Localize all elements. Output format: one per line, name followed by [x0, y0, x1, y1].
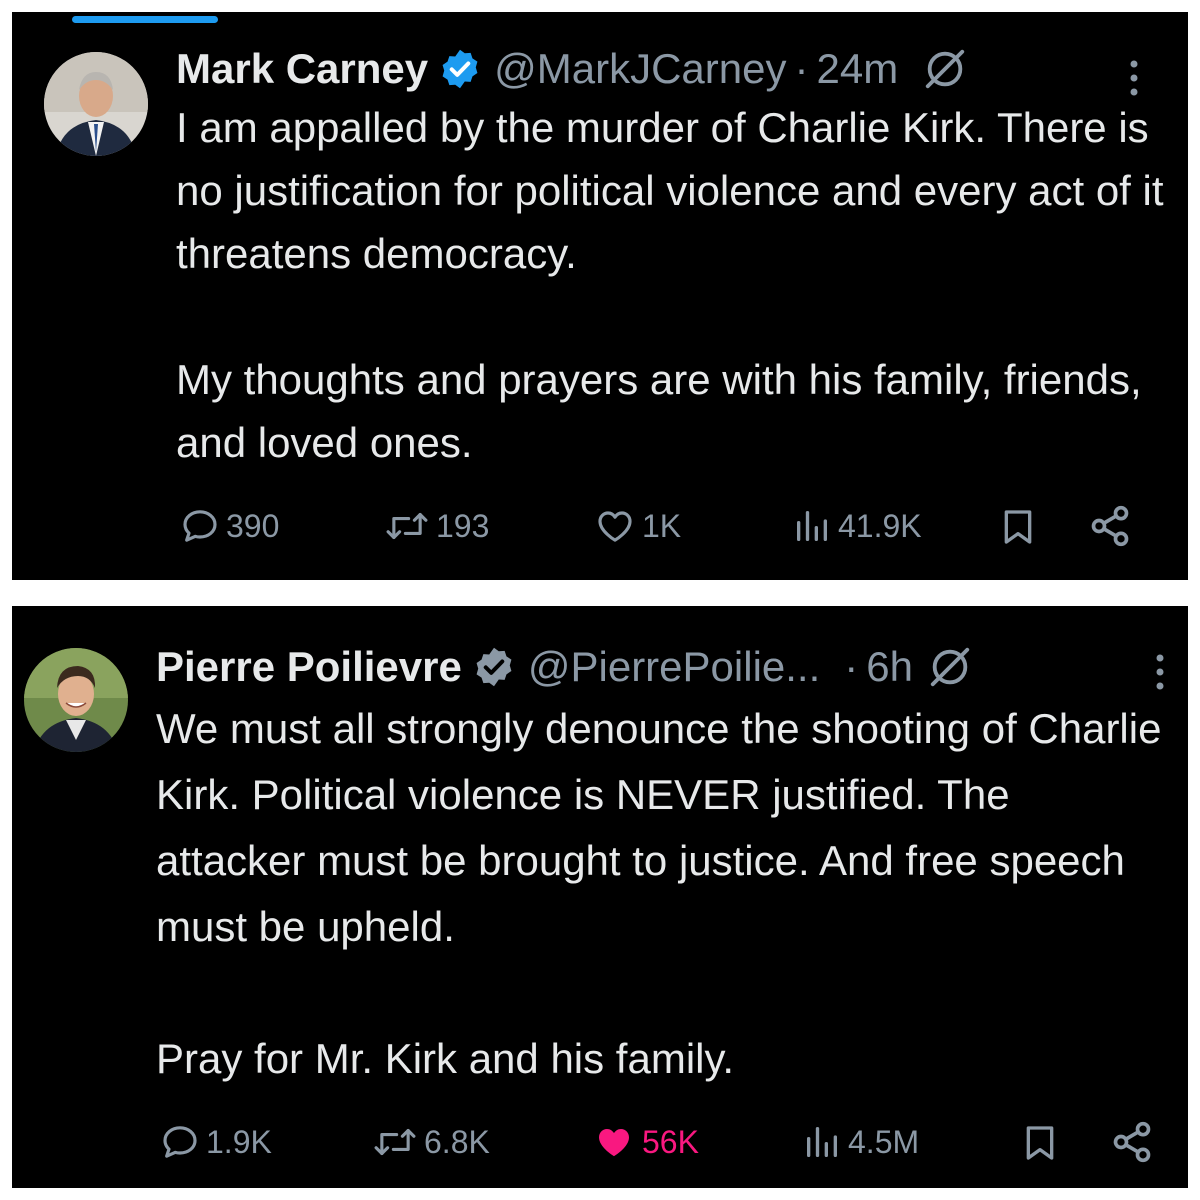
tweet-paragraph: Pray for Mr. Kirk and his family. [156, 1035, 735, 1082]
bookmark-icon[interactable] [998, 506, 1038, 548]
like-count: 56K [642, 1123, 699, 1160]
tweet-header: Mark Carney @MarkJCarney · 24m [176, 44, 968, 94]
like-count: 1K [642, 507, 682, 544]
tweet-text: We must all strongly denounce the shooti… [156, 696, 1166, 1092]
tab-indicator [72, 16, 218, 23]
tweet-card[interactable]: Mark Carney @MarkJCarney · 24m I am appa… [12, 12, 1188, 580]
repost-icon [386, 512, 428, 540]
views-icon [807, 1127, 837, 1157]
author-name[interactable]: Mark Carney [176, 44, 428, 94]
like-button[interactable]: 56K [592, 1122, 699, 1162]
author-handle[interactable]: @PierrePoilie... [528, 642, 820, 692]
repost-count: 193 [436, 507, 490, 544]
reply-icon [163, 1126, 197, 1158]
share-icon[interactable] [1110, 1120, 1154, 1164]
grok-icon[interactable] [927, 644, 973, 690]
bookmark-icon[interactable] [1020, 1122, 1060, 1164]
tweet-card[interactable]: Pierre Poilievre @PierrePoilie... · 6h W… [12, 606, 1188, 1188]
repost-icon [374, 1128, 416, 1156]
author-name[interactable]: Pierre Poilievre [156, 642, 462, 692]
repost-button[interactable]: 6.8K [372, 1122, 490, 1162]
like-icon [598, 511, 632, 542]
verified-badge-icon [476, 647, 512, 687]
separator-dot: · [844, 643, 859, 690]
tweet-paragraph: We must all strongly denounce the shooti… [156, 705, 1162, 950]
more-icon[interactable] [1128, 58, 1140, 98]
repost-count: 6.8K [424, 1123, 490, 1160]
views-count: 4.5M [848, 1123, 920, 1160]
reply-count: 1.9K [206, 1123, 272, 1160]
reply-button[interactable]: 1.9K [160, 1122, 272, 1162]
tweet-paragraph: I am appalled by the murder of Charlie K… [176, 104, 1164, 277]
views-count: 41.9K [838, 507, 922, 544]
avatar[interactable] [44, 52, 148, 156]
views-icon [797, 510, 827, 541]
like-icon [599, 1129, 629, 1157]
tweet-paragraph: My thoughts and prayers are with his fam… [176, 356, 1142, 466]
timestamp[interactable]: 24m [816, 44, 898, 94]
reply-count: 390 [226, 507, 280, 544]
share-icon[interactable] [1088, 504, 1132, 548]
views-button[interactable]: 41.9K [792, 506, 922, 546]
reply-button[interactable]: 390 [180, 506, 279, 546]
separator-dot: · [794, 45, 809, 92]
grok-icon[interactable] [922, 46, 968, 92]
tweet-text: I am appalled by the murder of Charlie K… [176, 96, 1166, 474]
like-button[interactable]: 1K [594, 506, 681, 546]
avatar-pierre-poilievre-icon [24, 648, 128, 752]
repost-button[interactable]: 193 [384, 506, 489, 546]
tweet-header: Pierre Poilievre @PierrePoilie... · 6h [156, 642, 973, 692]
avatar[interactable] [24, 648, 128, 752]
author-handle[interactable]: @MarkJCarney [494, 44, 786, 94]
avatar-mark-carney-icon [44, 52, 148, 156]
views-button[interactable]: 4.5M [802, 1122, 919, 1162]
more-icon[interactable] [1154, 652, 1166, 692]
reply-icon [183, 510, 217, 542]
verified-badge-icon [442, 49, 478, 89]
timestamp[interactable]: 6h [866, 642, 913, 692]
